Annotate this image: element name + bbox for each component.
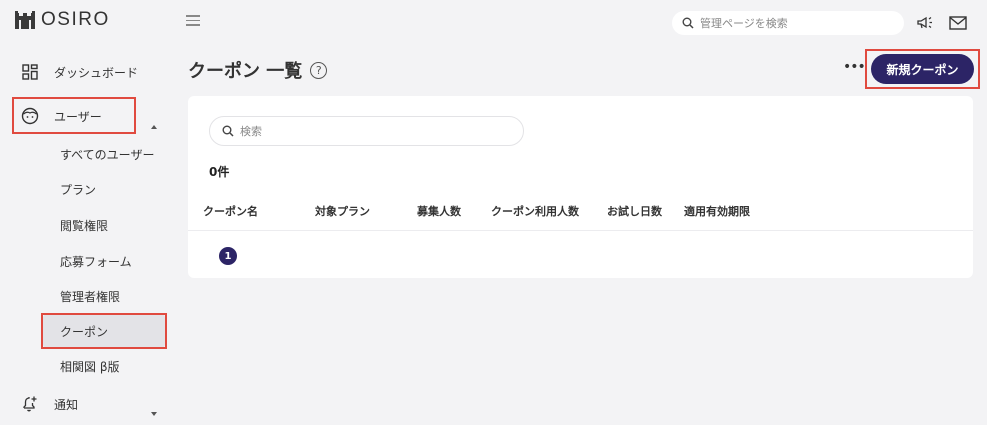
column-header-target-plan[interactable]: 対象プラン [315, 203, 370, 219]
brand-name: OSIRO [41, 9, 110, 30]
chevron-up-icon[interactable] [151, 114, 157, 133]
bell-plus-icon [20, 394, 40, 414]
sidebar-item-all-users[interactable]: すべてのユーザー [60, 146, 154, 163]
brand-logo[interactable]: OSIRO [15, 8, 110, 32]
megaphone-icon[interactable] [916, 13, 936, 33]
column-header-recruit-count[interactable]: 募集人数 [417, 203, 461, 219]
admin-search-input[interactable]: 管理ページを検索 [672, 11, 904, 35]
coupon-highlight-box [41, 313, 167, 349]
dashboard-icon [20, 62, 40, 82]
help-icon[interactable]: ? [310, 61, 328, 79]
mail-icon[interactable] [948, 13, 968, 33]
table-divider [188, 230, 973, 231]
result-count: 0件 [209, 165, 230, 179]
column-header-coupon-name[interactable]: クーポン名 [203, 203, 258, 219]
sidebar-item-application-forms[interactable]: 応募フォーム [60, 253, 132, 270]
column-header-usage-count[interactable]: クーポン利用人数 [491, 203, 579, 219]
sidebar-item-relationship-map[interactable]: 相関図 β版 [60, 358, 119, 375]
menu-toggle-icon[interactable] [186, 15, 200, 26]
sidebar-item-view-permissions[interactable]: 閲覧権限 [60, 217, 108, 234]
column-header-trial-days[interactable]: お試し日数 [607, 203, 662, 219]
coupon-search-input[interactable]: 検索 [209, 116, 524, 146]
sidebar-item-dashboard[interactable]: ダッシュボード [20, 62, 138, 82]
page-title: クーポン 一覧 ? [188, 57, 328, 83]
column-header-expiry[interactable]: 適用有効期限 [684, 203, 750, 219]
sidebar-item-label: 通知 [54, 397, 79, 412]
coupon-list-card: 検索 0件 クーポン名 対象プラン 募集人数 クーポン利用人数 お試し日数 適用… [188, 96, 973, 278]
sidebar-item-notifications[interactable]: 通知 [20, 394, 78, 414]
sidebar-item-label: ダッシュボード [54, 65, 139, 80]
new-coupon-button[interactable]: 新規クーポン [871, 54, 974, 84]
search-placeholder: 検索 [240, 125, 262, 138]
more-options-button[interactable]: ••• [843, 59, 866, 75]
users-highlight-box [12, 97, 136, 134]
search-placeholder: 管理ページを検索 [700, 17, 788, 30]
sidebar-item-admin-permissions[interactable]: 管理者権限 [60, 288, 120, 305]
sidebar-item-plans[interactable]: プラン [60, 181, 96, 198]
search-icon [682, 17, 694, 29]
page-title-text: クーポン 一覧 [188, 61, 303, 82]
search-icon [222, 125, 234, 137]
chevron-down-icon[interactable] [151, 401, 157, 420]
pagination-page-button[interactable]: 1 [219, 247, 237, 265]
castle-logo-icon [15, 11, 35, 29]
